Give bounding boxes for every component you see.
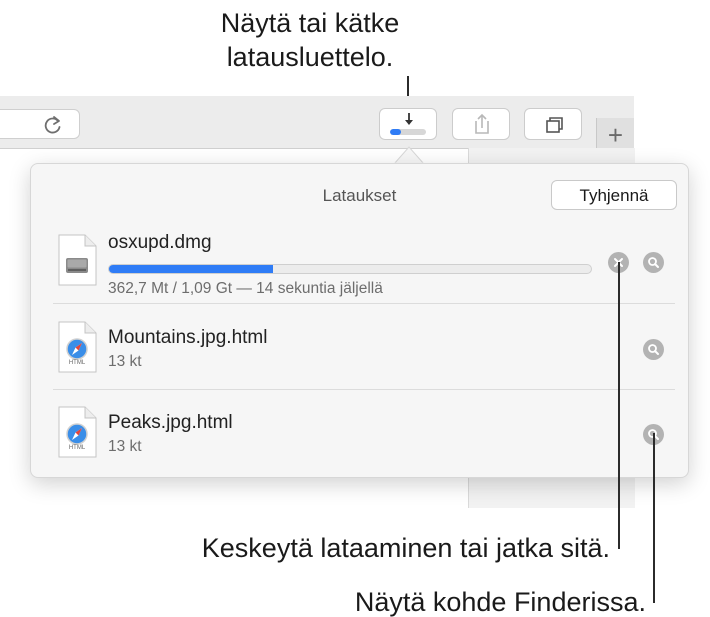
show-all-tabs-button[interactable] xyxy=(524,108,582,140)
callout-pause-resume: Keskeytä lataaminen tai jatka sitä. xyxy=(201,533,610,563)
download-item: HTML Peaks.jpg.html 13 kt xyxy=(53,400,675,472)
download-progress-fill xyxy=(109,265,273,273)
magnifier-icon xyxy=(648,257,659,268)
clear-downloads-button[interactable]: Tyhjennä xyxy=(551,180,677,210)
download-item: osxupd.dmg 362,7 Mt / 1,09 Gt — 14 sekun… xyxy=(53,230,675,302)
disk-image-icon xyxy=(58,234,97,286)
file-type-tag: HTML xyxy=(68,445,86,451)
show-in-finder-button[interactable] xyxy=(643,252,664,273)
downloads-progress-fill xyxy=(390,129,401,135)
callout-show-in-finder: Näytä kohde Finderissa. xyxy=(354,587,646,617)
reload-icon[interactable] xyxy=(40,113,66,137)
download-progress-bar xyxy=(108,264,592,274)
share-icon xyxy=(475,113,489,134)
callout-toggle-downloads: Näytä tai kätke latausluettelo. xyxy=(180,6,440,74)
file-name: Mountains.jpg.html xyxy=(108,327,268,348)
magnifier-icon xyxy=(648,344,659,355)
leader-line-finder xyxy=(653,433,655,603)
share-button[interactable] xyxy=(452,108,510,140)
leader-line-pause xyxy=(618,262,620,549)
download-status: 362,7 Mt / 1,09 Gt — 14 sekuntia jäljell… xyxy=(108,280,383,297)
row-divider xyxy=(53,303,675,304)
download-arrow-icon xyxy=(405,113,413,125)
file-size: 13 kt xyxy=(108,438,142,455)
screenshot: Näytä tai kätke latausluettelo. + Latauk… xyxy=(0,0,710,617)
downloads-button[interactable] xyxy=(379,108,437,140)
file-size: 13 kt xyxy=(108,353,142,370)
callout-line-2: latausluettelo. xyxy=(226,42,394,72)
downloads-progress-bar xyxy=(390,129,426,135)
browser-toolbar xyxy=(0,96,634,149)
download-item: HTML Mountains.jpg.html 13 kt xyxy=(53,315,675,387)
file-name: osxupd.dmg xyxy=(108,232,212,253)
tabs-overview-icon xyxy=(546,117,563,133)
popover-arrow xyxy=(394,146,424,164)
file-name: Peaks.jpg.html xyxy=(108,412,233,433)
callout-line-1: Näytä tai kätke xyxy=(220,8,400,38)
row-divider xyxy=(53,389,675,390)
downloads-popover: Lataukset Tyhjennä osxupd.dmg 362,7 Mt /… xyxy=(30,163,689,478)
show-in-finder-button[interactable] xyxy=(643,339,664,360)
file-type-tag: HTML xyxy=(68,360,86,366)
